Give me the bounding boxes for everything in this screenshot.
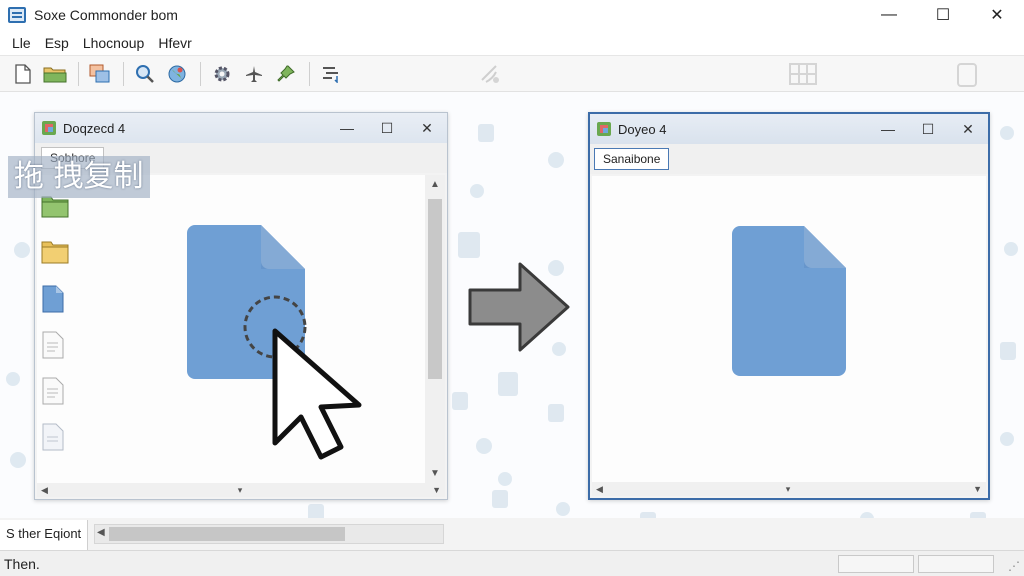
- menu-item-view[interactable]: Hfevr: [152, 35, 197, 51]
- folder-icon[interactable]: [41, 239, 69, 267]
- menu-item-file[interactable]: Lle: [6, 35, 37, 51]
- pattern-dot: [1000, 126, 1014, 140]
- scroll-up-arrow[interactable]: ▲: [425, 179, 445, 190]
- pattern-dot: [10, 452, 26, 468]
- file-list: [41, 193, 69, 469]
- pattern-glyph: [1000, 342, 1016, 360]
- menu-item-edit[interactable]: Esp: [39, 35, 75, 51]
- window-controls: — ☐ ✕: [862, 0, 1024, 30]
- pattern-dot: [556, 502, 570, 516]
- scroll-left-arrow[interactable]: ◀: [41, 485, 48, 496]
- search-icon[interactable]: [130, 60, 160, 88]
- window-app-icon: [42, 121, 56, 135]
- status-panel: [838, 555, 914, 573]
- blue-document-icon[interactable]: [41, 285, 69, 313]
- menu-bar: Lle Esp Lhocnoup Hfevr: [0, 30, 1024, 56]
- text-document-icon[interactable]: [41, 423, 69, 451]
- ghost-doc-icon: [957, 63, 977, 87]
- scroll-down-arrow[interactable]: ▼: [425, 468, 445, 479]
- minimize-button[interactable]: —: [862, 0, 916, 30]
- toolbar-separator: [200, 61, 201, 86]
- target-minimize-button[interactable]: —: [868, 114, 908, 144]
- target-window-controls: — ☐ ✕: [868, 114, 988, 144]
- right-arrow-icon: [468, 262, 570, 352]
- text-document-icon[interactable]: [41, 377, 69, 405]
- pin-icon[interactable]: [271, 60, 301, 88]
- text-document-icon[interactable]: [41, 331, 69, 359]
- title-bar: Soxe Commonder bom — ☐ ✕: [0, 0, 1024, 30]
- pattern-glyph: [478, 124, 494, 142]
- toolbar-separator: [78, 61, 79, 86]
- close-button[interactable]: ✕: [970, 0, 1024, 30]
- target-horizontal-scrollbar[interactable]: ◀ ▾ ▼: [592, 482, 986, 496]
- pattern-dot: [1000, 432, 1014, 446]
- status-panel: [918, 555, 994, 573]
- drag-cursor-icon: [243, 295, 362, 460]
- globe-icon[interactable]: [162, 60, 192, 88]
- pattern-dot: [1004, 242, 1018, 256]
- scroll-left-arrow[interactable]: ◀: [596, 484, 603, 495]
- window-app-icon: [597, 122, 611, 136]
- pattern-dot: [548, 152, 564, 168]
- source-maximize-button[interactable]: ☐: [367, 113, 407, 143]
- ghost-grid-icon: [789, 63, 817, 85]
- toolbar-separator: [123, 61, 124, 86]
- target-window[interactable]: Doyeo 4 — ☐ ✕ Sanaibone ◀ ▾ ▼: [588, 112, 990, 500]
- pattern-glyph: [548, 404, 564, 422]
- scroll-right-arrow[interactable]: ▼: [973, 484, 982, 494]
- source-horizontal-scrollbar[interactable]: ◀ ▾ ▼: [37, 483, 445, 497]
- scroll-mid-marker: ▾: [237, 484, 243, 495]
- bottom-tab-row: S ther Eqiont ◀: [0, 518, 1024, 550]
- status-bar: Then. ⋰: [0, 550, 1024, 576]
- scrollbar-thumb[interactable]: [109, 527, 345, 541]
- toolbar-separator: [309, 61, 310, 86]
- target-close-button[interactable]: ✕: [948, 114, 988, 144]
- pattern-dot: [6, 372, 20, 386]
- source-window-controls: — ☐ ✕: [327, 113, 447, 143]
- resize-grip-icon[interactable]: ⋰: [1008, 559, 1020, 573]
- toolbar: [0, 56, 1024, 92]
- scrollbar-thumb[interactable]: [428, 199, 442, 379]
- source-window-title: Doqzecd 4: [63, 120, 126, 136]
- settings-gear-icon[interactable]: [207, 60, 237, 88]
- target-window-titlebar[interactable]: Doyeo 4 — ☐ ✕: [590, 114, 988, 144]
- source-content-area[interactable]: [37, 175, 425, 483]
- pattern-dot: [470, 184, 484, 198]
- source-window-titlebar[interactable]: Doqzecd 4 — ☐ ✕: [35, 113, 447, 143]
- pattern-dot: [476, 438, 492, 454]
- target-content-area[interactable]: [592, 176, 986, 482]
- target-maximize-button[interactable]: ☐: [908, 114, 948, 144]
- pattern-glyph: [458, 232, 480, 258]
- bottom-scrollbar[interactable]: ◀: [94, 524, 444, 544]
- app-icon: [8, 7, 26, 23]
- scroll-right-arrow[interactable]: ▼: [432, 485, 441, 495]
- drag-copy-label: 拖 拽复制: [8, 156, 150, 198]
- source-minimize-button[interactable]: —: [327, 113, 367, 143]
- pattern-glyph: [492, 490, 508, 508]
- source-close-button[interactable]: ✕: [407, 113, 447, 143]
- pattern-dot: [14, 242, 30, 258]
- target-tab-row: Sanaibone: [590, 144, 988, 174]
- open-folder-icon[interactable]: [40, 60, 70, 88]
- copy-windows-icon[interactable]: [85, 60, 115, 88]
- status-text: Then.: [4, 555, 40, 572]
- maximize-button[interactable]: ☐: [916, 0, 970, 30]
- sort-list-icon[interactable]: [316, 60, 346, 88]
- pattern-glyph: [498, 372, 518, 396]
- scroll-left-arrow[interactable]: ◀: [97, 527, 105, 538]
- pattern-glyph: [452, 392, 468, 410]
- app-title: Soxe Commonder bom: [34, 7, 178, 23]
- menu-item-group[interactable]: Lhocnoup: [77, 35, 151, 51]
- target-window-title: Doyeo 4: [618, 121, 667, 137]
- source-vertical-scrollbar[interactable]: ▲ ▼: [425, 175, 445, 483]
- new-file-icon[interactable]: [8, 60, 38, 88]
- ghost-satellite-icon: [481, 65, 499, 83]
- airplane-icon[interactable]: [239, 60, 269, 88]
- bottom-tab[interactable]: S ther Eqiont: [0, 520, 89, 550]
- copied-document-icon[interactable]: [732, 226, 846, 376]
- pattern-dot: [498, 472, 512, 486]
- target-tab[interactable]: Sanaibone: [594, 148, 670, 170]
- scroll-mid-marker: ▾: [785, 483, 791, 494]
